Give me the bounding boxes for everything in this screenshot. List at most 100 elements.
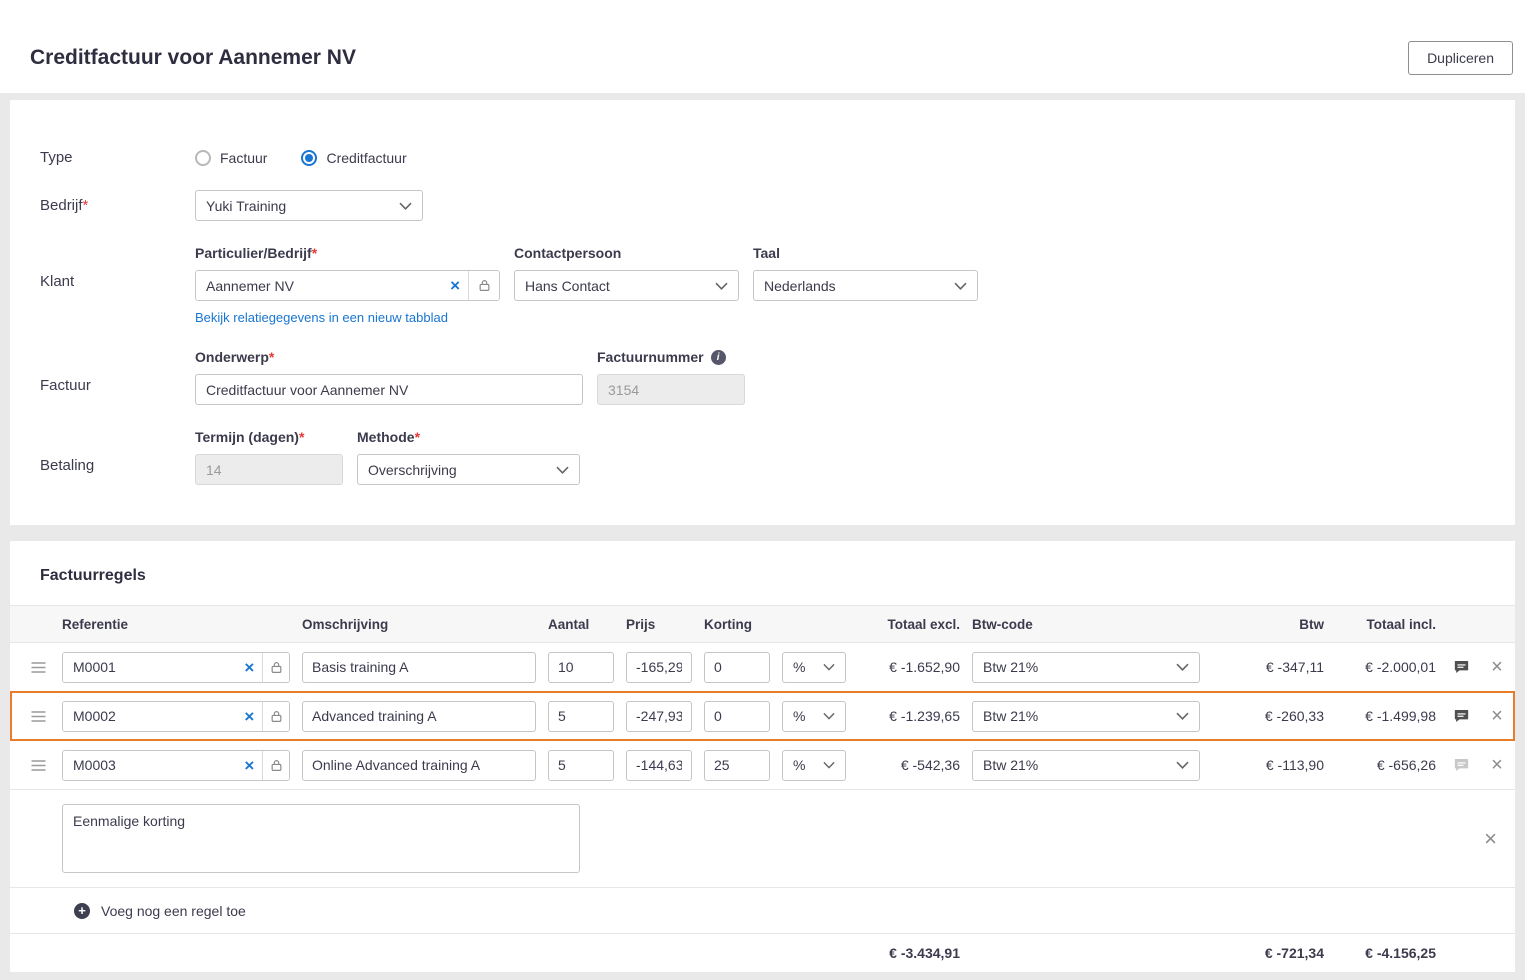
add-line-button[interactable]: + Voeg nog een regel toe — [10, 888, 1515, 934]
clear-referentie-icon[interactable]: × — [236, 708, 262, 725]
korting-unit-select[interactable]: % — [782, 700, 846, 732]
radio-unchecked-icon[interactable] — [195, 149, 211, 166]
chevron-down-icon — [1176, 761, 1189, 769]
korting-unit-value: % — [793, 708, 806, 724]
clear-klant-icon[interactable]: × — [442, 277, 468, 294]
header-totaal-excl: Totaal excl. — [887, 616, 960, 632]
comment-icon[interactable] — [1448, 708, 1474, 724]
header-referentie: Referentie — [62, 616, 129, 632]
totaal-incl-value: € -656,26 — [1376, 757, 1436, 773]
korting-unit-select[interactable]: % — [782, 749, 846, 781]
lines-table-header: Referentie Omschrijving Aantal Prijs Kor… — [10, 605, 1515, 643]
totaal-excl-value: € -1.239,65 — [889, 708, 960, 724]
btw-value: € -260,33 — [1264, 708, 1324, 724]
header-btw: Btw — [1299, 616, 1324, 632]
taal-select-value: Nederlands — [764, 277, 836, 294]
note-textarea[interactable]: Eenmalige korting — [62, 804, 580, 873]
comment-icon[interactable] — [1448, 659, 1474, 675]
omschrijving-input[interactable] — [302, 651, 536, 683]
totaal-excl-value: € -1.652,90 — [889, 659, 960, 675]
type-label: Type — [40, 149, 73, 166]
duplicate-button[interactable]: Dupliceren — [1408, 40, 1513, 75]
termijn-label: Termijn (dagen)* — [195, 429, 305, 445]
invoice-line-row-2: × % € -1.239,65 Btw 21% € -260,33 € -1.4… — [10, 691, 1515, 741]
bedrijf-select[interactable]: Yuki Training — [195, 190, 423, 221]
aantal-input[interactable] — [548, 700, 614, 732]
korting-input[interactable] — [704, 700, 770, 732]
chevron-down-icon — [823, 712, 835, 720]
invoice-line-row-3: × % € -542,36 Btw 21% € -113,90 € -656,2… — [10, 741, 1515, 790]
relatiegegevens-link[interactable]: Bekijk relatiegegevens in een nieuw tabb… — [195, 310, 448, 325]
chevron-down-icon — [1176, 663, 1189, 671]
drag-handle-icon[interactable] — [26, 710, 50, 723]
korting-unit-select[interactable]: % — [782, 651, 846, 683]
btw-code-select[interactable]: Btw 21% — [972, 651, 1200, 683]
required-mark: * — [414, 429, 421, 445]
contactpersoon-select[interactable]: Hans Contact — [514, 270, 739, 301]
btw-code-select[interactable]: Btw 21% — [972, 700, 1200, 732]
referentie-field: × — [62, 651, 290, 683]
methode-label: Methode* — [357, 429, 421, 445]
lock-icon[interactable] — [262, 652, 289, 682]
lock-icon[interactable] — [262, 701, 289, 731]
delete-row-icon[interactable]: × — [1486, 657, 1508, 677]
onderwerp-label: Onderwerp* — [195, 349, 275, 365]
particulier-bedrijf-label: Particulier/Bedrijf* — [195, 245, 318, 261]
prijs-input[interactable] — [626, 749, 692, 781]
btw-code-select[interactable]: Btw 21% — [972, 749, 1200, 781]
aantal-input[interactable] — [548, 651, 614, 683]
form-row-bedrijf: Bedrijf* Yuki Training — [40, 190, 1485, 221]
prijs-input[interactable] — [626, 651, 692, 683]
aantal-input[interactable] — [548, 749, 614, 781]
korting-input[interactable] — [704, 749, 770, 781]
invoice-lines-card: Factuurregels Referentie Omschrijving Aa… — [10, 541, 1515, 972]
chevron-down-icon — [715, 282, 728, 290]
radio-creditfactuur[interactable]: Creditfactuur — [301, 149, 407, 166]
klant-field: × — [195, 270, 500, 301]
prijs-input[interactable] — [626, 700, 692, 732]
referentie-input[interactable] — [63, 701, 237, 731]
betaling-label: Betaling — [40, 457, 95, 474]
lock-icon[interactable] — [262, 750, 289, 780]
referentie-input[interactable] — [63, 750, 237, 780]
required-mark: * — [82, 197, 89, 214]
radio-factuur[interactable]: Factuur — [195, 149, 267, 166]
korting-unit-value: % — [793, 659, 806, 675]
clear-referentie-icon[interactable]: × — [236, 659, 262, 676]
klant-label: Klant — [40, 273, 75, 290]
clear-referentie-icon[interactable]: × — [236, 757, 262, 774]
factuurnummer-input — [597, 374, 745, 405]
delete-note-icon[interactable]: × — [1484, 827, 1497, 850]
lines-title: Factuurregels — [40, 567, 146, 584]
delete-row-icon[interactable]: × — [1486, 706, 1508, 726]
radio-checked-icon[interactable] — [301, 149, 318, 166]
methode-select[interactable]: Overschrijving — [357, 454, 580, 485]
drag-handle-icon[interactable] — [26, 661, 50, 674]
info-icon[interactable]: i — [710, 349, 726, 365]
omschrijving-input[interactable] — [302, 749, 536, 781]
chevron-down-icon — [399, 202, 412, 210]
header-btw-code: Btw-code — [972, 616, 1033, 632]
page-header: Creditfactuur voor Aannemer NV Duplicere… — [0, 0, 1525, 93]
invoice-form-card: Type Factuur Creditfactuur Bedrijf* Yuki… — [10, 100, 1515, 525]
form-row-klant: Klant Particulier/Bedrijf* × Bekijk rela… — [40, 245, 1485, 325]
taal-select[interactable]: Nederlands — [753, 270, 978, 301]
referentie-input[interactable] — [63, 652, 237, 682]
totaal-incl-value: € -2.000,01 — [1365, 659, 1436, 675]
lock-icon[interactable] — [468, 271, 499, 300]
omschrijving-input[interactable] — [302, 700, 536, 732]
delete-row-icon[interactable]: × — [1486, 755, 1508, 775]
header-aantal: Aantal — [548, 616, 590, 632]
page-title: Creditfactuur voor Aannemer NV — [30, 45, 356, 69]
drag-handle-icon[interactable] — [26, 759, 50, 772]
btw-code-value: Btw 21% — [983, 708, 1039, 724]
header-totaal-incl: Totaal incl. — [1366, 616, 1436, 632]
form-row-factuur: Factuur Onderwerp* Factuurnummer i — [40, 349, 1485, 405]
contactpersoon-select-value: Hans Contact — [525, 277, 610, 294]
totaal-excl-value: € -542,36 — [900, 757, 960, 773]
klant-input[interactable] — [196, 271, 443, 300]
line-note-row: Eenmalige korting × — [10, 790, 1515, 888]
comment-icon[interactable] — [1448, 757, 1474, 773]
onderwerp-input[interactable] — [195, 374, 583, 405]
korting-input[interactable] — [704, 651, 770, 683]
